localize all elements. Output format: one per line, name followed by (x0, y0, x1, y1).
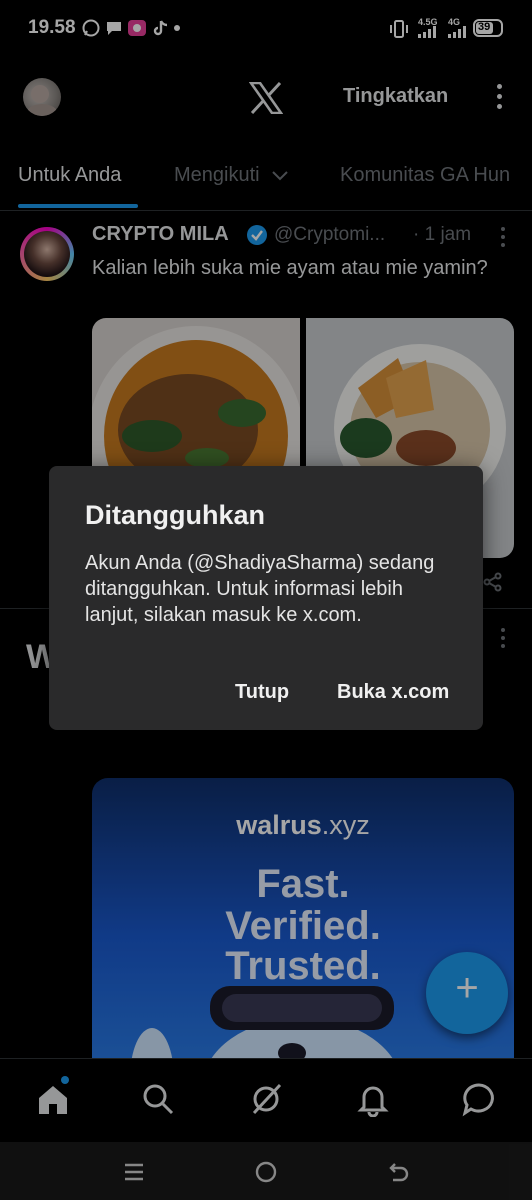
dialog-message: Akun Anda (@ShadiyaSharma) sedang ditang… (85, 552, 435, 626)
suspended-dialog: Ditangguhkan Akun Anda (@ShadiyaSharma) … (49, 466, 483, 730)
dialog-title: Ditangguhkan (85, 500, 265, 530)
close-button[interactable]: Tutup (235, 681, 289, 704)
open-x-com-button[interactable]: Buka x.com (337, 681, 449, 704)
